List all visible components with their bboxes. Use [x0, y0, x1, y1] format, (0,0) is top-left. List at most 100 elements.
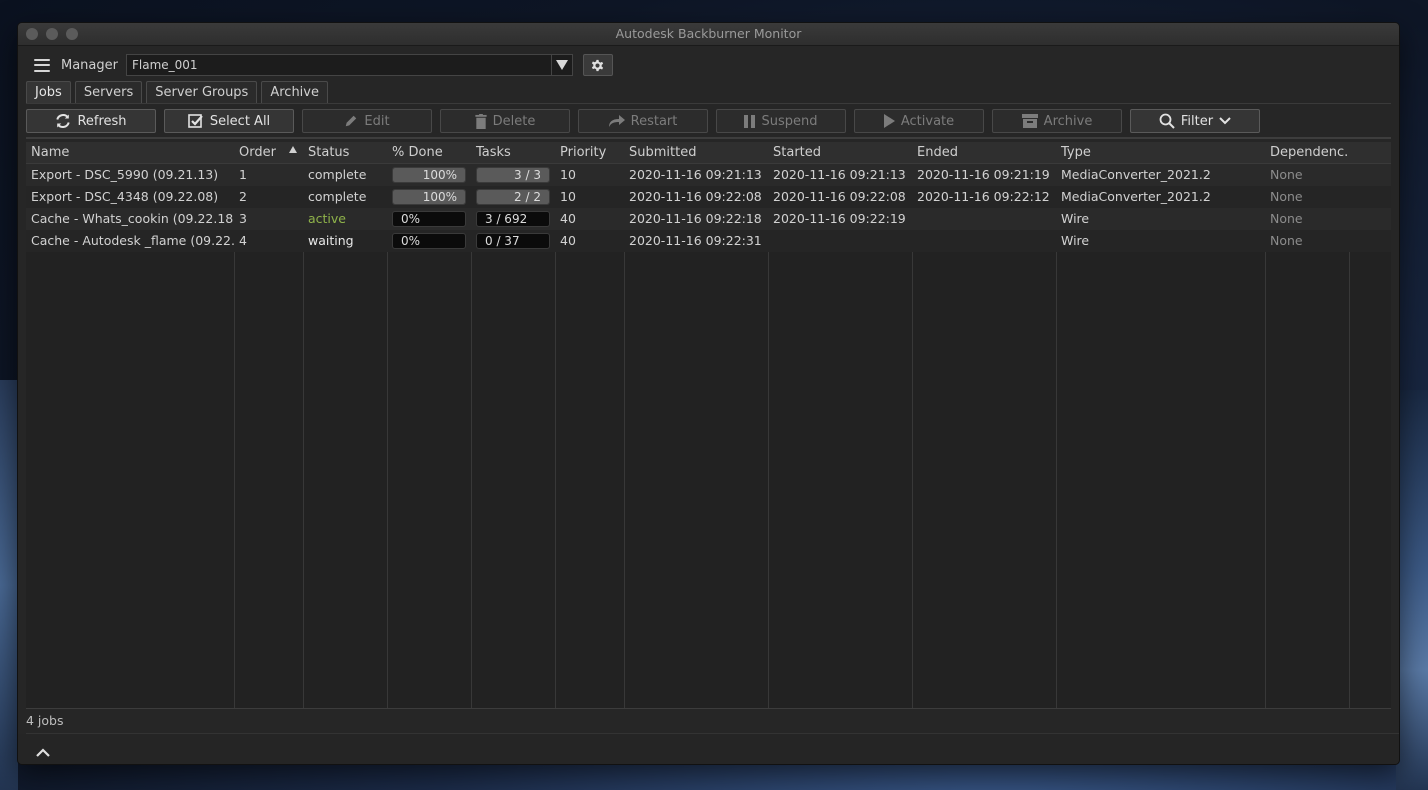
pause-icon — [744, 114, 756, 128]
refresh-button[interactable]: Refresh — [26, 109, 156, 133]
column-header-ended[interactable]: Ended — [912, 142, 1056, 163]
restart-button[interactable]: Restart — [578, 109, 708, 133]
cell-status: waiting — [308, 233, 354, 248]
column-header-percent-done[interactable]: % Done — [387, 142, 471, 163]
cell-dependencies: None — [1270, 167, 1303, 182]
table-row[interactable]: Export - DSC_5990 (09.21.13) 1 complete … — [26, 164, 1391, 186]
column-header-started[interactable]: Started — [768, 142, 912, 163]
filter-label: Filter — [1180, 113, 1214, 129]
cell-submitted: 2020-11-16 09:22:18 — [629, 211, 762, 226]
expand-panel-button[interactable] — [36, 743, 50, 762]
column-header-priority[interactable]: Priority — [555, 142, 624, 163]
chevron-up-icon — [36, 748, 50, 757]
cell-status: complete — [308, 189, 367, 204]
cell-started: 2020-11-16 09:22:08 — [773, 189, 906, 204]
cell-dependencies: None — [1270, 189, 1303, 204]
cell-priority: 40 — [560, 233, 576, 248]
cell-ended: 2020-11-16 09:21:19 — [917, 167, 1050, 182]
chevron-down-icon — [1219, 117, 1231, 125]
archive-button[interactable]: Archive — [992, 109, 1122, 133]
checkbox-checked-icon — [188, 114, 203, 128]
cell-order: 2 — [239, 189, 247, 204]
jobs-toolbar: Refresh Select All Edit Delete Restart S… — [26, 109, 1260, 133]
cell-priority: 10 — [560, 167, 576, 182]
table-header: Name Order Status % Done Tasks Priority … — [26, 142, 1391, 164]
cell-status: active — [308, 211, 346, 226]
manager-select-value: Flame_001 — [131, 58, 198, 72]
column-header-name[interactable]: Name — [26, 142, 234, 163]
column-header-dependencies[interactable]: Dependenc... — [1265, 142, 1349, 163]
edit-button[interactable]: Edit — [302, 109, 432, 133]
suspend-button[interactable]: Suspend — [716, 109, 846, 133]
table-row[interactable]: Export - DSC_4348 (09.22.08) 2 complete … — [26, 186, 1391, 208]
desktop-background-left — [0, 380, 18, 790]
toolbar-divider — [26, 137, 1391, 139]
cell-ended — [912, 208, 1056, 230]
column-header-status[interactable]: Status — [303, 142, 387, 163]
edit-label: Edit — [364, 113, 390, 129]
activate-button[interactable]: Activate — [854, 109, 984, 133]
manager-label: Manager — [61, 57, 118, 73]
tab-servers[interactable]: Servers — [74, 81, 143, 103]
window-title: Autodesk Backburner Monitor — [615, 26, 802, 41]
percent-done-progress: 0% — [392, 233, 466, 249]
refresh-label: Refresh — [77, 113, 127, 129]
bottom-divider — [26, 733, 1399, 734]
archive-box-icon — [1021, 114, 1038, 128]
refresh-icon — [56, 113, 71, 129]
cell-name: Cache - Autodesk _flame (09.22.31) — [31, 233, 234, 248]
cell-priority: 10 — [560, 189, 576, 204]
tasks-progress: 3 / 3 — [476, 167, 550, 183]
cell-name: Cache - Whats_cookin (09.22.18) — [31, 211, 234, 226]
main-tabs: Jobs Servers Server Groups Archive — [26, 81, 328, 103]
desktop-background-right — [1396, 390, 1428, 790]
gear-icon — [592, 59, 604, 71]
delete-button[interactable]: Delete — [440, 109, 570, 133]
jobs-table[interactable]: Name Order Status % Done Tasks Priority … — [26, 142, 1391, 708]
column-header-type[interactable]: Type — [1056, 142, 1265, 163]
cell-ended — [912, 230, 1056, 252]
tasks-progress: 3 / 692 — [476, 211, 550, 227]
delete-label: Delete — [492, 113, 536, 129]
share-arrow-icon — [608, 115, 625, 127]
percent-done-progress: 100% — [392, 167, 466, 183]
menu-icon[interactable] — [34, 58, 50, 72]
filter-button[interactable]: Filter — [1130, 109, 1260, 133]
column-header-submitted[interactable]: Submitted — [624, 142, 768, 163]
column-header-tasks[interactable]: Tasks — [471, 142, 555, 163]
tasks-progress: 0 / 37 — [476, 233, 550, 249]
archive-label: Archive — [1043, 113, 1093, 129]
table-row[interactable]: Cache - Autodesk _flame (09.22.31) 4 wai… — [26, 230, 1391, 252]
trash-icon — [475, 113, 487, 129]
bottom-panel — [18, 734, 1399, 764]
percent-done-progress: 0% — [392, 211, 466, 227]
cell-started: 2020-11-16 09:21:13 — [773, 167, 906, 182]
cell-order: 3 — [239, 211, 247, 226]
dropdown-arrow-icon[interactable] — [550, 55, 572, 75]
tasks-progress: 2 / 2 — [476, 189, 550, 205]
cell-ended: 2020-11-16 09:22:12 — [917, 189, 1050, 204]
cell-dependencies: None — [1270, 211, 1303, 226]
activate-label: Activate — [900, 113, 955, 129]
cell-dependencies: None — [1270, 233, 1303, 248]
backburner-window: Autodesk Backburner Monitor Manager Flam… — [17, 22, 1400, 765]
sort-ascending-icon — [289, 146, 297, 153]
tab-archive[interactable]: Archive — [261, 81, 328, 103]
tab-jobs[interactable]: Jobs — [26, 81, 71, 103]
cell-name: Export - DSC_4348 (09.22.08) — [31, 189, 219, 204]
cell-started: 2020-11-16 09:22:19 — [773, 211, 906, 226]
cell-submitted: 2020-11-16 09:22:31 — [629, 233, 762, 248]
cell-status: complete — [308, 167, 367, 182]
cell-type: Wire — [1061, 233, 1090, 248]
percent-done-progress: 100% — [392, 189, 466, 205]
job-count-status: 4 jobs — [26, 713, 64, 728]
cell-priority: 40 — [560, 211, 576, 226]
settings-button[interactable] — [582, 54, 613, 76]
table-row[interactable]: Cache - Whats_cookin (09.22.18) 3 active… — [26, 208, 1391, 230]
cell-type: MediaConverter_2021.2 — [1061, 167, 1211, 182]
select-all-button[interactable]: Select All — [164, 109, 294, 133]
cell-order: 4 — [239, 233, 247, 248]
manager-select[interactable]: Flame_001 — [125, 54, 573, 76]
title-bar[interactable]: Autodesk Backburner Monitor — [18, 23, 1399, 46]
tab-server-groups[interactable]: Server Groups — [146, 81, 258, 103]
